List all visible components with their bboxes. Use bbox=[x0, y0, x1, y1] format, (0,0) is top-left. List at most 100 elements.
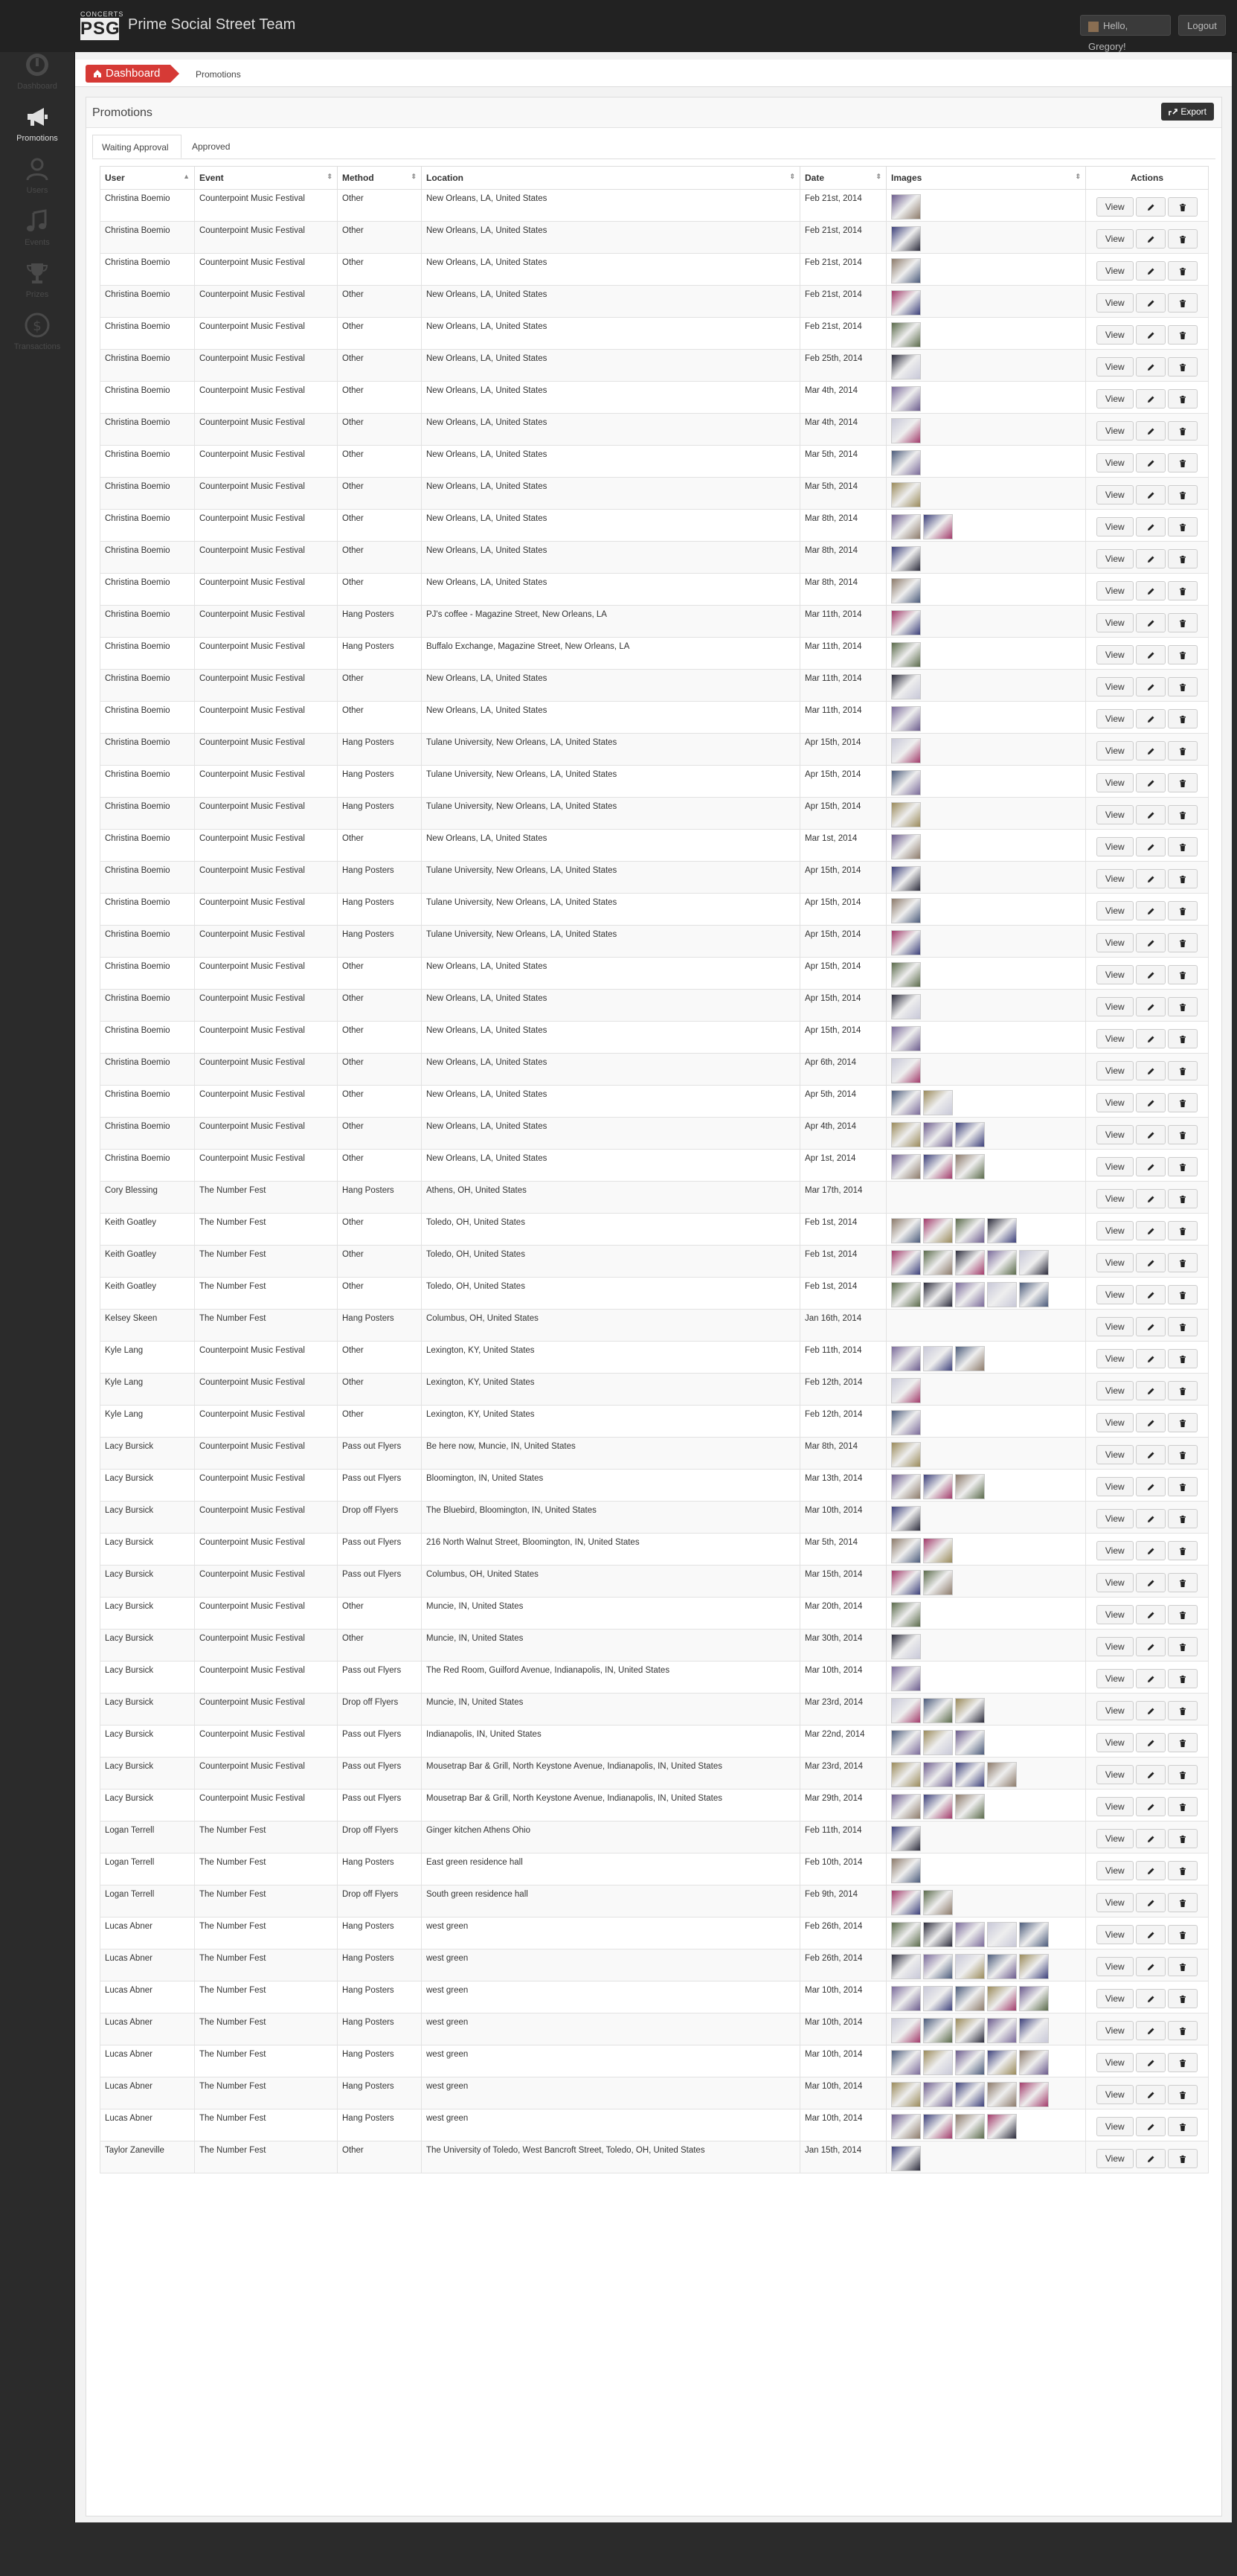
image-thumbnail[interactable] bbox=[987, 2082, 1017, 2107]
delete-button[interactable] bbox=[1168, 965, 1198, 984]
edit-button[interactable] bbox=[1136, 1701, 1166, 1720]
image-thumbnail[interactable] bbox=[923, 514, 953, 539]
view-button[interactable]: View bbox=[1096, 1989, 1134, 2008]
edit-button[interactable] bbox=[1136, 229, 1166, 249]
image-thumbnail[interactable] bbox=[955, 1698, 985, 1723]
delete-button[interactable] bbox=[1168, 1509, 1198, 1528]
view-button[interactable]: View bbox=[1096, 1157, 1134, 1176]
image-thumbnail[interactable] bbox=[923, 1282, 953, 1307]
view-button[interactable]: View bbox=[1096, 1477, 1134, 1496]
image-thumbnail[interactable] bbox=[891, 258, 921, 283]
view-button[interactable]: View bbox=[1096, 357, 1134, 377]
view-button[interactable]: View bbox=[1096, 773, 1134, 792]
image-thumbnail[interactable] bbox=[955, 2018, 985, 2043]
delete-button[interactable] bbox=[1168, 581, 1198, 600]
delete-button[interactable] bbox=[1168, 869, 1198, 888]
image-thumbnail[interactable] bbox=[891, 1570, 921, 1595]
image-thumbnail[interactable] bbox=[891, 834, 921, 859]
view-button[interactable]: View bbox=[1096, 1893, 1134, 1912]
image-thumbnail[interactable] bbox=[1019, 2082, 1049, 2107]
delete-button[interactable] bbox=[1168, 709, 1198, 728]
sidebar-item-events[interactable]: Events bbox=[0, 208, 74, 260]
image-thumbnail[interactable] bbox=[955, 1250, 985, 1275]
view-button[interactable]: View bbox=[1096, 1253, 1134, 1272]
image-thumbnail[interactable] bbox=[955, 1986, 985, 2011]
edit-button[interactable] bbox=[1136, 261, 1166, 281]
image-thumbnail[interactable] bbox=[923, 1890, 953, 1915]
view-button[interactable]: View bbox=[1096, 1733, 1134, 1752]
image-thumbnail[interactable] bbox=[891, 2146, 921, 2171]
edit-button[interactable] bbox=[1136, 485, 1166, 504]
edit-button[interactable] bbox=[1136, 325, 1166, 345]
user-menu-button[interactable]: Hello, Gregory! bbox=[1080, 15, 1171, 52]
delete-button[interactable] bbox=[1168, 197, 1198, 217]
edit-button[interactable] bbox=[1136, 1829, 1166, 1848]
view-button[interactable]: View bbox=[1096, 389, 1134, 408]
view-button[interactable]: View bbox=[1096, 1797, 1134, 1816]
delete-button[interactable] bbox=[1168, 1349, 1198, 1368]
edit-button[interactable] bbox=[1136, 421, 1166, 440]
view-button[interactable]: View bbox=[1096, 1829, 1134, 1848]
view-button[interactable]: View bbox=[1096, 485, 1134, 504]
image-thumbnail[interactable] bbox=[891, 1218, 921, 1243]
view-button[interactable]: View bbox=[1096, 1669, 1134, 1688]
image-thumbnail[interactable] bbox=[891, 802, 921, 827]
view-button[interactable]: View bbox=[1096, 325, 1134, 345]
delete-button[interactable] bbox=[1168, 837, 1198, 856]
delete-button[interactable] bbox=[1168, 1573, 1198, 1592]
view-button[interactable]: View bbox=[1096, 1317, 1134, 1336]
edit-button[interactable] bbox=[1136, 1445, 1166, 1464]
view-button[interactable]: View bbox=[1096, 741, 1134, 760]
view-button[interactable]: View bbox=[1096, 965, 1134, 984]
image-thumbnail[interactable] bbox=[923, 1474, 953, 1499]
delete-button[interactable] bbox=[1168, 1637, 1198, 1656]
view-button[interactable]: View bbox=[1096, 2053, 1134, 2072]
image-thumbnail[interactable] bbox=[891, 546, 921, 571]
delete-button[interactable] bbox=[1168, 997, 1198, 1016]
delete-button[interactable] bbox=[1168, 933, 1198, 952]
image-thumbnail[interactable] bbox=[891, 1762, 921, 1787]
view-button[interactable]: View bbox=[1096, 1765, 1134, 1784]
image-thumbnail[interactable] bbox=[923, 1570, 953, 1595]
edit-button[interactable] bbox=[1136, 709, 1166, 728]
image-thumbnail[interactable] bbox=[955, 1954, 985, 1979]
image-thumbnail[interactable] bbox=[891, 898, 921, 923]
view-button[interactable]: View bbox=[1096, 997, 1134, 1016]
app-logo[interactable]: CONCERTS PSG bbox=[80, 10, 123, 40]
image-thumbnail[interactable] bbox=[1019, 2018, 1049, 2043]
image-thumbnail[interactable] bbox=[891, 1634, 921, 1659]
image-thumbnail[interactable] bbox=[891, 1730, 921, 1755]
image-thumbnail[interactable] bbox=[891, 322, 921, 347]
edit-button[interactable] bbox=[1136, 805, 1166, 824]
image-thumbnail[interactable] bbox=[955, 1730, 985, 1755]
edit-button[interactable] bbox=[1136, 293, 1166, 313]
delete-button[interactable] bbox=[1168, 2117, 1198, 2136]
column-header-images[interactable]: Images ⇕ bbox=[886, 166, 1086, 190]
image-thumbnail[interactable] bbox=[1019, 1922, 1049, 1947]
image-thumbnail[interactable] bbox=[891, 1346, 921, 1371]
image-thumbnail[interactable] bbox=[955, 1794, 985, 1819]
delete-button[interactable] bbox=[1168, 1253, 1198, 1272]
view-button[interactable]: View bbox=[1096, 837, 1134, 856]
image-thumbnail[interactable] bbox=[891, 450, 921, 475]
image-thumbnail[interactable] bbox=[891, 770, 921, 795]
image-thumbnail[interactable] bbox=[923, 1250, 953, 1275]
image-thumbnail[interactable] bbox=[923, 2114, 953, 2139]
delete-button[interactable] bbox=[1168, 1445, 1198, 1464]
view-button[interactable]: View bbox=[1096, 517, 1134, 536]
view-button[interactable]: View bbox=[1096, 1221, 1134, 1240]
delete-button[interactable] bbox=[1168, 1029, 1198, 1048]
image-thumbnail[interactable] bbox=[891, 2018, 921, 2043]
edit-button[interactable] bbox=[1136, 517, 1166, 536]
image-thumbnail[interactable] bbox=[891, 1442, 921, 1467]
view-button[interactable]: View bbox=[1096, 1413, 1134, 1432]
image-thumbnail[interactable] bbox=[955, 2082, 985, 2107]
image-thumbnail[interactable] bbox=[891, 1058, 921, 1083]
image-thumbnail[interactable] bbox=[891, 482, 921, 507]
edit-button[interactable] bbox=[1136, 645, 1166, 664]
delete-button[interactable] bbox=[1168, 677, 1198, 696]
view-button[interactable]: View bbox=[1096, 1957, 1134, 1976]
image-thumbnail[interactable] bbox=[891, 1122, 921, 1147]
edit-button[interactable] bbox=[1136, 613, 1166, 632]
edit-button[interactable] bbox=[1136, 965, 1166, 984]
